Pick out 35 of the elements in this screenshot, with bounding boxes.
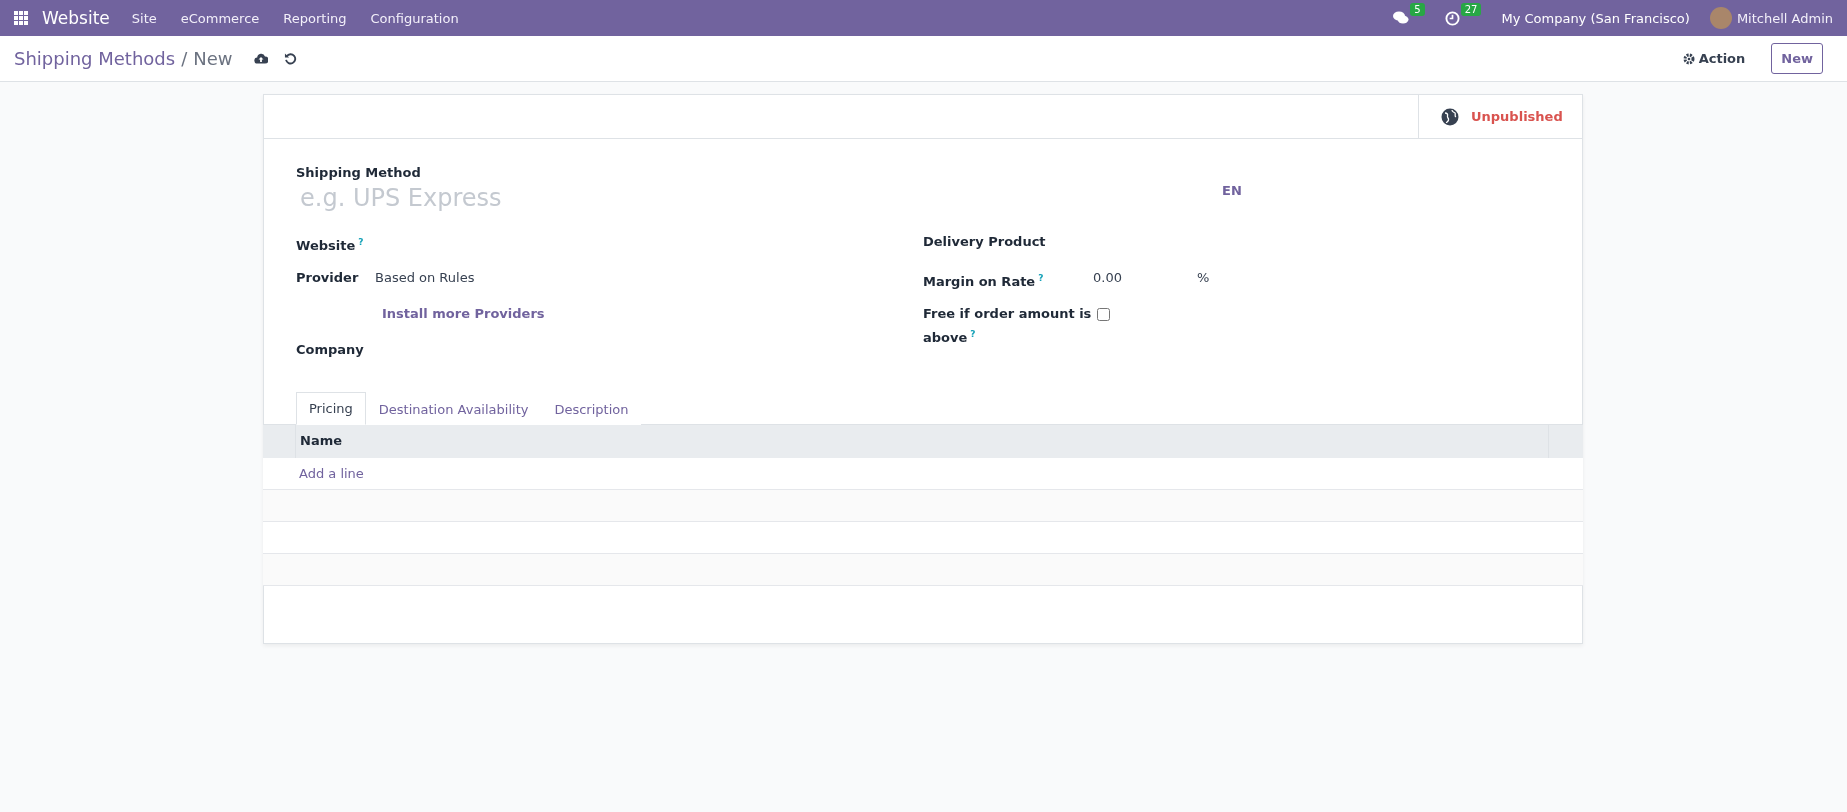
breadcrumb-separator: / bbox=[181, 48, 188, 69]
gear-icon bbox=[1682, 52, 1695, 65]
menu-item[interactable]: Reporting bbox=[283, 10, 347, 26]
message-count: 5 bbox=[1410, 3, 1425, 16]
checkbox[interactable] bbox=[1097, 308, 1110, 321]
app-name[interactable]: Website bbox=[42, 8, 110, 28]
menu-item[interactable]: Site bbox=[131, 10, 157, 26]
activity-count: 27 bbox=[1460, 2, 1482, 16]
clock-icon[interactable] bbox=[1444, 10, 1460, 26]
field-label: Provider bbox=[296, 269, 360, 287]
field-label: Free if order amount is above $^{?}$ bbox=[923, 305, 1093, 348]
field-label: Shipping Method bbox=[296, 165, 422, 180]
breadcrumb-link[interactable]: Shipping Methods bbox=[14, 48, 176, 69]
publish-status-button[interactable]: Unpublished bbox=[1418, 95, 1582, 138]
language-button[interactable]: EN bbox=[1222, 182, 1242, 198]
field-label: Margin on Rate $^{?}$ bbox=[923, 272, 1045, 292]
company-switcher[interactable]: My Company (San Francisco) bbox=[1501, 10, 1690, 26]
action-button[interactable]: Action bbox=[1676, 50, 1752, 67]
add-line-link[interactable]: Add a line bbox=[299, 466, 364, 481]
globe-icon bbox=[1441, 107, 1459, 126]
apps-grid-icon[interactable] bbox=[14, 11, 28, 25]
chat-icon[interactable] bbox=[1393, 11, 1410, 25]
field-label: Delivery Product bbox=[923, 233, 1047, 251]
breadcrumb-current: New bbox=[193, 48, 233, 69]
menu-item[interactable]: Configuration bbox=[370, 10, 459, 26]
field-label: Website $^{?}$ bbox=[296, 236, 365, 256]
unit-label: % bbox=[1197, 269, 1210, 287]
menu-item[interactable]: eCommerce bbox=[180, 10, 260, 26]
field-value[interactable]: Based on Rules bbox=[375, 268, 475, 288]
field-label: Company bbox=[296, 341, 365, 359]
user-name[interactable]: Mitchell Admin bbox=[1736, 10, 1833, 26]
field-value[interactable]: 0.00 bbox=[1093, 268, 1197, 288]
install-providers-link[interactable]: Install more Providers bbox=[382, 304, 545, 324]
tab[interactable]: Pricing bbox=[296, 392, 366, 425]
new-button[interactable]: New bbox=[1771, 43, 1823, 74]
